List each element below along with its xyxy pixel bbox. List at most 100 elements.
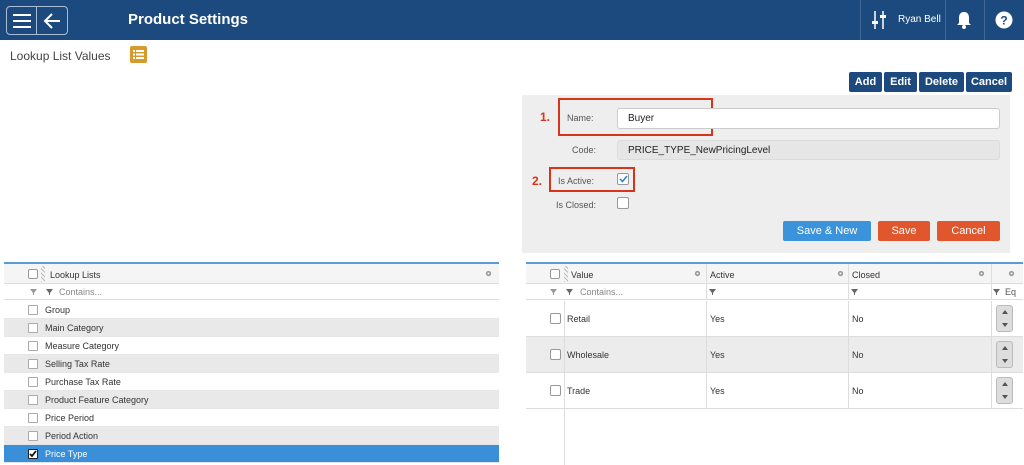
row-checkbox[interactable]: [550, 313, 561, 324]
filter-icon[interactable]: [46, 289, 53, 295]
edit-button[interactable]: Edit: [884, 72, 917, 92]
name-field[interactable]: Buyer: [617, 108, 1000, 129]
save-and-new-button[interactable]: Save & New: [783, 221, 871, 241]
active-cell: Yes: [710, 385, 725, 396]
select-all-checkbox[interactable]: [28, 269, 38, 279]
back-arrow-icon[interactable]: [37, 7, 67, 34]
gear-icon[interactable]: [694, 270, 701, 277]
topbar-divider: [945, 0, 946, 40]
drag-handle-icon[interactable]: [41, 266, 45, 282]
checkmark-icon: [29, 449, 37, 457]
table-row[interactable]: Trade Yes No: [526, 373, 1023, 409]
table-row[interactable]: Retail Yes No: [526, 301, 1023, 337]
row-checkbox[interactable]: [28, 322, 38, 333]
active-cell: Yes: [710, 313, 725, 324]
row-checkbox[interactable]: [28, 358, 38, 369]
menu-toggle[interactable]: [6, 6, 68, 35]
app-title: Product Settings: [128, 11, 249, 28]
checkmark-icon: [618, 175, 628, 183]
gear-icon[interactable]: [485, 270, 492, 277]
chevron-up-icon[interactable]: [1001, 310, 1008, 315]
row-checkbox[interactable]: [28, 376, 38, 387]
is-closed-label: Is Closed:: [556, 200, 597, 210]
is-active-label: Is Active:: [558, 176, 595, 186]
column-header-lookup-lists[interactable]: Lookup Lists: [50, 270, 101, 280]
list-item[interactable]: Purchase Tax Rate: [4, 373, 499, 391]
list-item[interactable]: Price Period: [4, 409, 499, 427]
row-checkbox[interactable]: [550, 349, 561, 360]
closed-cell: No: [852, 349, 864, 360]
add-button[interactable]: Add: [849, 72, 882, 92]
user-name[interactable]: Ryan Bell: [898, 14, 941, 25]
list-item[interactable]: Product Feature Category: [4, 391, 499, 409]
row-checkbox[interactable]: [28, 412, 38, 423]
row-checkbox[interactable]: [28, 340, 38, 351]
grid-filter-row: Contains... Eq: [526, 284, 1023, 300]
list-item-selected[interactable]: Price Type: [4, 445, 499, 463]
column-header-value[interactable]: Value: [571, 270, 593, 280]
lookup-lists-grid: Lookup Lists Contains... Group Main Cate…: [4, 262, 499, 463]
table-row[interactable]: Wholesale Yes No: [526, 337, 1023, 373]
filter-operator[interactable]: Eq: [1005, 287, 1016, 297]
gear-icon[interactable]: [978, 270, 985, 277]
filter-input[interactable]: Contains...: [59, 287, 102, 297]
page-title: Lookup List Values: [10, 49, 111, 63]
help-icon[interactable]: ?: [995, 10, 1013, 30]
list-item[interactable]: Period Action: [4, 427, 499, 445]
value-cell: Wholesale: [567, 349, 610, 360]
row-checkbox[interactable]: [28, 394, 38, 405]
chevron-down-icon[interactable]: [1001, 394, 1008, 399]
row-checkbox-checked[interactable]: [28, 448, 38, 459]
annotation-number-2: 2.: [532, 174, 543, 188]
delete-button[interactable]: Delete: [919, 72, 964, 92]
list-item[interactable]: Main Category: [4, 319, 499, 337]
values-grid: Value Active Closed Contains... Eq Retai…: [526, 262, 1023, 465]
row-checkbox[interactable]: [28, 304, 38, 315]
list-item[interactable]: Selling Tax Rate: [4, 355, 499, 373]
filter-icon[interactable]: [851, 289, 858, 295]
column-header-active[interactable]: Active: [710, 270, 735, 280]
list-item[interactable]: Group: [4, 301, 499, 319]
list-icon[interactable]: [130, 46, 147, 63]
grid-filter-row: Contains...: [4, 284, 499, 300]
grid-header: Lookup Lists: [4, 264, 499, 284]
row-reorder-stepper[interactable]: [996, 377, 1013, 404]
filter-input[interactable]: Contains...: [580, 287, 623, 297]
chevron-down-icon[interactable]: [1001, 322, 1008, 327]
grid-header: Value Active Closed: [526, 264, 1023, 284]
value-cell: Trade: [567, 385, 591, 396]
save-button[interactable]: Save: [878, 221, 930, 241]
filter-icon[interactable]: [550, 289, 557, 295]
closed-cell: No: [852, 313, 864, 324]
hamburger-icon[interactable]: [7, 7, 38, 34]
select-all-checkbox[interactable]: [550, 269, 560, 279]
svg-text:?: ?: [1000, 14, 1007, 28]
filter-icon[interactable]: [709, 289, 716, 295]
gear-icon[interactable]: [837, 270, 844, 277]
row-reorder-stepper[interactable]: [996, 305, 1013, 332]
is-closed-checkbox[interactable]: [617, 197, 629, 209]
gear-icon[interactable]: [1008, 270, 1015, 277]
row-checkbox[interactable]: [28, 430, 38, 441]
column-header-closed[interactable]: Closed: [852, 270, 880, 280]
is-active-checkbox[interactable]: [617, 173, 629, 185]
code-label: Code:: [572, 145, 597, 155]
active-cell: Yes: [710, 349, 725, 360]
filter-icon[interactable]: [30, 289, 37, 295]
cancel-button[interactable]: Cancel: [966, 72, 1012, 92]
filter-icon[interactable]: [993, 289, 1000, 295]
settings-sliders-icon[interactable]: [871, 10, 887, 30]
chevron-up-icon[interactable]: [1001, 346, 1008, 351]
form-cancel-button[interactable]: Cancel: [937, 221, 1000, 241]
row-reorder-stepper[interactable]: [996, 341, 1013, 368]
annotation-number-1: 1.: [540, 110, 551, 124]
top-bar: Product Settings Ryan Bell ?: [0, 0, 1024, 40]
code-field: PRICE_TYPE_NewPricingLevel: [617, 140, 1000, 160]
list-item[interactable]: Measure Category: [4, 337, 499, 355]
chevron-down-icon[interactable]: [1001, 358, 1008, 363]
filter-icon[interactable]: [566, 289, 573, 295]
chevron-up-icon[interactable]: [1001, 382, 1008, 387]
drag-handle-icon[interactable]: [564, 266, 568, 282]
row-checkbox[interactable]: [550, 385, 561, 396]
bell-icon[interactable]: [955, 10, 973, 30]
